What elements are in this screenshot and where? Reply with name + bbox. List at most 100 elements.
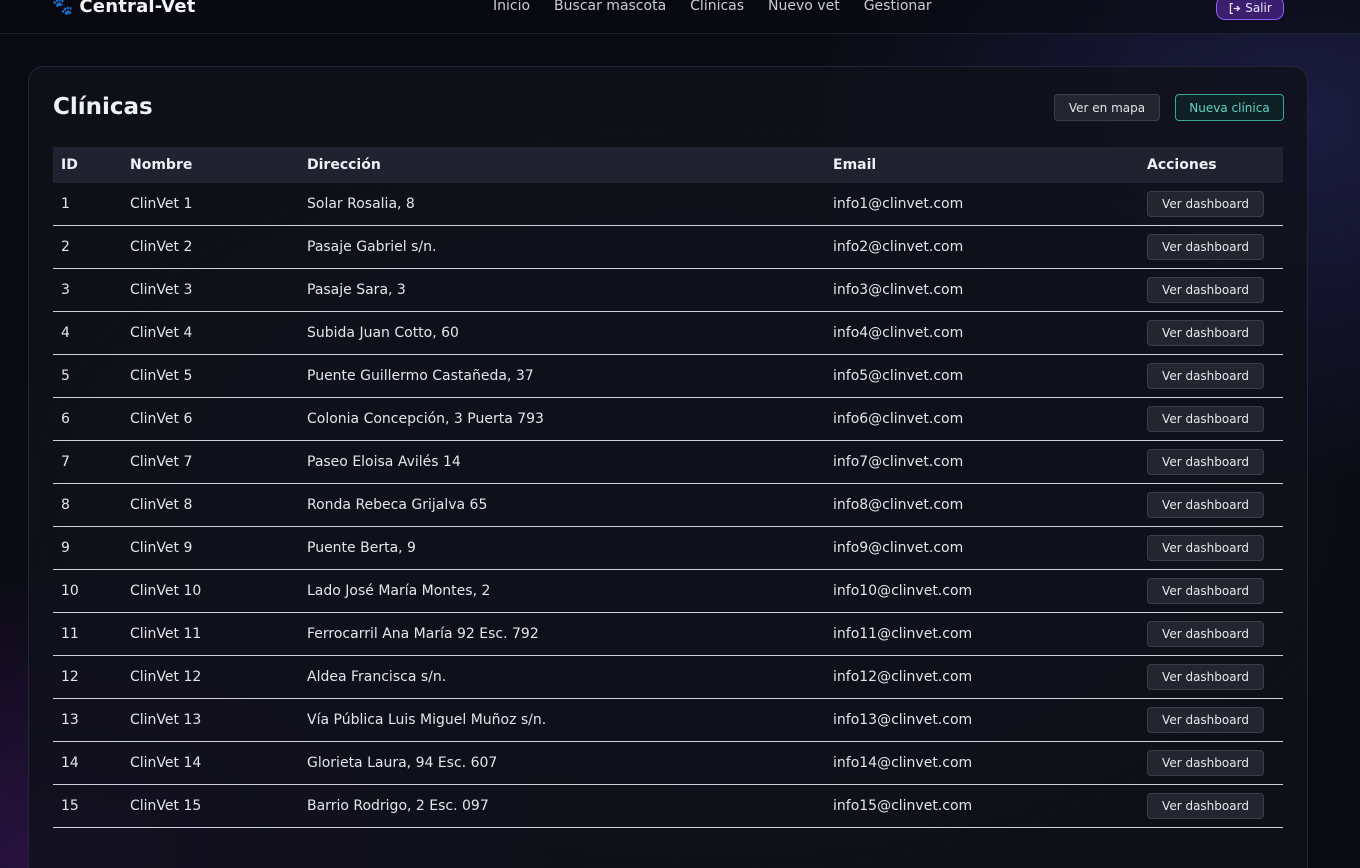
nav-link-buscar-mascota[interactable]: Buscar mascota (554, 0, 666, 14)
view-dashboard-button[interactable]: Ver dashboard (1147, 707, 1264, 733)
cell-email: info4@clinvet.com (833, 325, 964, 341)
table-row: 5 ClinVet 5 Puente Guillermo Castañeda, 37… (53, 355, 1283, 398)
view-dashboard-button[interactable]: Ver dashboard (1147, 406, 1264, 432)
cell-address: Colonia Concepción, 3 Puerta 793 (307, 411, 544, 427)
cell-actions: Ver dashboard (1139, 492, 1283, 518)
cell-name: ClinVet 5 (130, 368, 193, 384)
logout-icon (1229, 2, 1241, 14)
view-dashboard-button[interactable]: Ver dashboard (1147, 793, 1264, 819)
view-dashboard-button[interactable]: Ver dashboard (1147, 234, 1264, 260)
cell-id: 6 (61, 411, 70, 427)
cell-id: 1 (61, 196, 70, 212)
cell-email: info6@clinvet.com (833, 411, 964, 427)
table-row: 9 ClinVet 9 Puente Berta, 9 info9@clinvet.c… (53, 527, 1283, 570)
cell-name: ClinVet 14 (130, 755, 202, 771)
view-dashboard-button[interactable]: Ver dashboard (1147, 535, 1264, 561)
cell-name: ClinVet 1 (130, 196, 193, 212)
cell-address: Ronda Rebeca Grijalva 65 (307, 497, 488, 513)
cell-id: 14 (61, 755, 79, 771)
cell-address: Glorieta Laura, 94 Esc. 607 (307, 755, 498, 771)
cell-name: ClinVet 2 (130, 239, 193, 255)
cell-name: ClinVet 9 (130, 540, 193, 556)
cell-email: info2@clinvet.com (833, 239, 964, 255)
cell-actions: Ver dashboard (1139, 234, 1283, 260)
cell-address: Paseo Eloisa Avilés 14 (307, 454, 461, 470)
header-id: ID (61, 157, 78, 173)
cell-email: info11@clinvet.com (833, 626, 973, 642)
view-dashboard-button[interactable]: Ver dashboard (1147, 191, 1264, 217)
cell-email: info3@clinvet.com (833, 282, 964, 298)
table-row: 1 ClinVet 1 Solar Rosalia, 8 info1@clinvet.… (53, 183, 1283, 226)
cell-actions: Ver dashboard (1139, 578, 1283, 604)
brand-name: Central-Vet (79, 0, 196, 17)
cell-address: Pasaje Gabriel s/n. (307, 239, 437, 255)
cell-address: Aldea Francisca s/n. (307, 669, 447, 685)
table-row: 15 ClinVet 15 Barrio Rodrigo, 2 Esc. 097 in… (53, 785, 1283, 828)
view-dashboard-button[interactable]: Ver dashboard (1147, 664, 1264, 690)
clinics-card: Clínicas Ver en mapa Nueva clínica ID No… (28, 66, 1308, 868)
view-dashboard-button[interactable]: Ver dashboard (1147, 320, 1264, 346)
cell-actions: Ver dashboard (1139, 363, 1283, 389)
cell-name: ClinVet 4 (130, 325, 193, 341)
table-row: 11 ClinVet 11 Ferrocarril Ana María 92 Esc… (53, 613, 1283, 656)
nav-link-gestionar[interactable]: Gestionar (864, 0, 932, 14)
cell-name: ClinVet 3 (130, 282, 193, 298)
cell-name: ClinVet 12 (130, 669, 202, 685)
new-clinic-button[interactable]: Nueva clínica (1175, 94, 1284, 121)
cell-email: info9@clinvet.com (833, 540, 964, 556)
header-nombre: Nombre (130, 157, 193, 173)
header-acciones: Acciones (1147, 157, 1217, 173)
cell-address: Pasaje Sara, 3 (307, 282, 406, 298)
cell-actions: Ver dashboard (1139, 191, 1283, 217)
cell-id: 2 (61, 239, 70, 255)
logout-button[interactable]: Salir (1216, 0, 1284, 20)
cell-actions: Ver dashboard (1139, 277, 1283, 303)
cell-name: ClinVet 8 (130, 497, 193, 513)
header-direccion: Dirección (307, 157, 381, 173)
cell-id: 13 (61, 712, 79, 728)
cell-id: 10 (61, 583, 79, 599)
cell-address: Barrio Rodrigo, 2 Esc. 097 (307, 798, 489, 814)
cell-name: ClinVet 6 (130, 411, 193, 427)
cell-email: info7@clinvet.com (833, 454, 964, 470)
cell-actions: Ver dashboard (1139, 793, 1283, 819)
table-row: 8 ClinVet 8 Ronda Rebeca Grijalva 65 info8@… (53, 484, 1283, 527)
view-dashboard-button[interactable]: Ver dashboard (1147, 750, 1264, 776)
cell-email: info5@clinvet.com (833, 368, 964, 384)
cell-id: 12 (61, 669, 79, 685)
table-row: 10 ClinVet 10 Lado José María Montes, 2 inf… (53, 570, 1283, 613)
table-row: 4 ClinVet 4 Subida Juan Cotto, 60 info4@cli… (53, 312, 1283, 355)
nav-link-nuevo-vet[interactable]: Nuevo vet (768, 0, 840, 14)
table-header: ID Nombre Dirección Email Acciones (53, 147, 1283, 183)
header-email: Email (833, 157, 877, 173)
cell-address: Puente Guillermo Castañeda, 37 (307, 368, 534, 384)
nav-link-clinicas[interactable]: Clínicas (690, 0, 744, 14)
table-row: 2 ClinVet 2 Pasaje Gabriel s/n. info2@clinv… (53, 226, 1283, 269)
clinics-table: ID Nombre Dirección Email Acciones 1 Clin… (53, 147, 1283, 828)
table-body: 1 ClinVet 1 Solar Rosalia, 8 info1@clinvet.… (53, 183, 1283, 828)
cell-address: Puente Berta, 9 (307, 540, 416, 556)
view-map-button[interactable]: Ver en mapa (1054, 94, 1160, 121)
view-dashboard-button[interactable]: Ver dashboard (1147, 492, 1264, 518)
cell-actions: Ver dashboard (1139, 664, 1283, 690)
view-dashboard-button[interactable]: Ver dashboard (1147, 363, 1264, 389)
nav-link-inicio[interactable]: Inicio (493, 0, 530, 14)
cell-name: ClinVet 15 (130, 798, 202, 814)
cell-actions: Ver dashboard (1139, 406, 1283, 432)
cell-name: ClinVet 11 (130, 626, 202, 642)
cell-address: Lado José María Montes, 2 (307, 583, 491, 599)
cell-email: info13@clinvet.com (833, 712, 973, 728)
brand-logo[interactable]: 🐾 Central-Vet (52, 0, 196, 17)
cell-address: Solar Rosalia, 8 (307, 196, 415, 212)
cell-actions: Ver dashboard (1139, 621, 1283, 647)
view-dashboard-button[interactable]: Ver dashboard (1147, 578, 1264, 604)
view-dashboard-button[interactable]: Ver dashboard (1147, 621, 1264, 647)
page-title: Clínicas (53, 94, 153, 120)
cell-id: 4 (61, 325, 70, 341)
logout-label: Salir (1245, 1, 1272, 15)
view-dashboard-button[interactable]: Ver dashboard (1147, 277, 1264, 303)
cell-id: 15 (61, 798, 79, 814)
cell-email: info14@clinvet.com (833, 755, 973, 771)
cell-address: Subida Juan Cotto, 60 (307, 325, 459, 341)
view-dashboard-button[interactable]: Ver dashboard (1147, 449, 1264, 475)
